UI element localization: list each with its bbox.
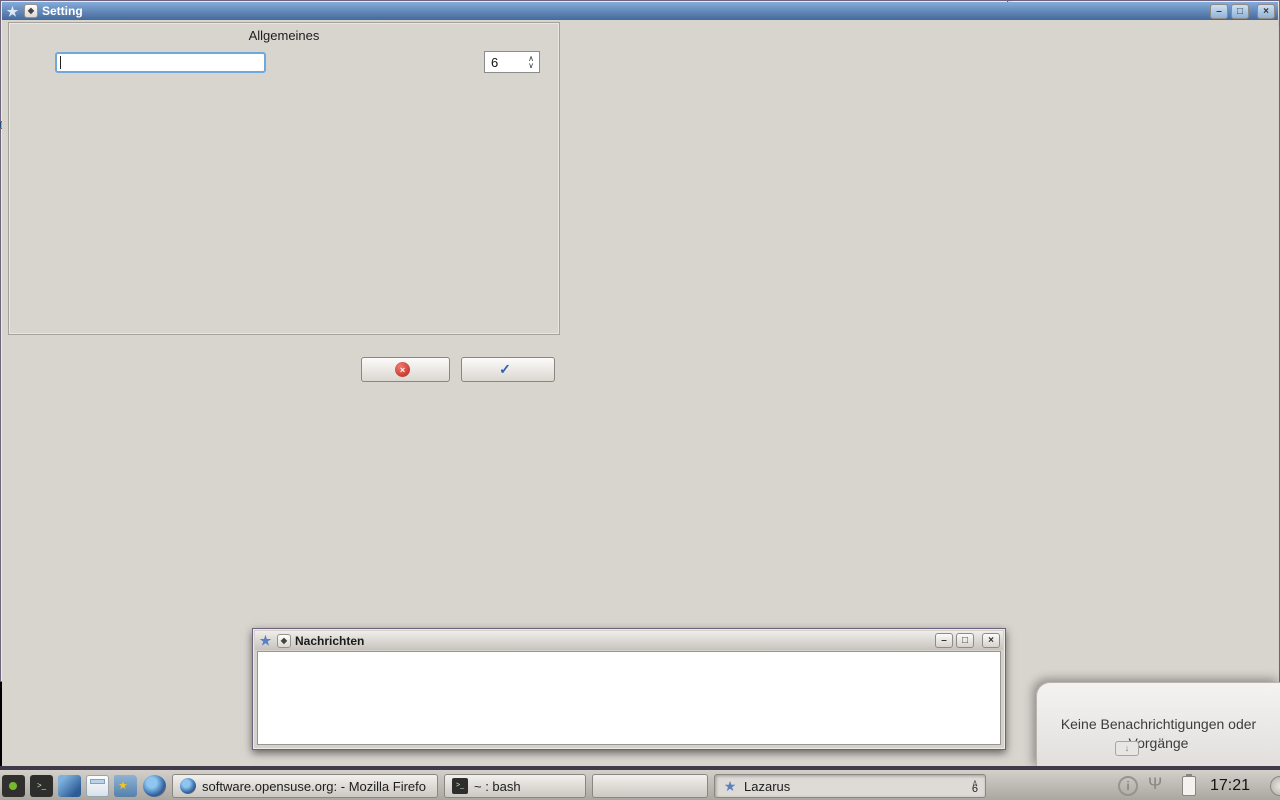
window-count-spinner[interactable]: ∧ 6 xyxy=(964,780,978,792)
titlebar-pin-icon[interactable]: ◆ xyxy=(24,4,38,18)
task-label: ~ : bash xyxy=(474,779,521,794)
minimize-icon[interactable]: – xyxy=(935,633,953,648)
form-designer-titlebar[interactable]: ★ ◆ Setting – □ × xyxy=(2,2,1278,20)
desktop: – □ × ∨ lazarus ⌂ ▶▶▶1 Click Install1 Cl… xyxy=(0,0,1280,800)
app-menu-button[interactable] xyxy=(2,775,25,797)
notification-popup: Keine Benachrichtigungen oder Vorgänge ↓ xyxy=(1036,682,1280,768)
maximize-icon[interactable]: □ xyxy=(1231,4,1249,19)
form-title: Setting xyxy=(42,4,83,18)
opensuse-menu-icon xyxy=(9,782,17,790)
desktop-launcher-icon[interactable] xyxy=(58,775,81,797)
maximize-icon[interactable]: □ xyxy=(956,633,974,648)
taskbar-item-bash[interactable]: >_ ~ : bash xyxy=(444,774,586,798)
terminal-launcher-icon[interactable]: >_ xyxy=(30,775,53,797)
folder-launcher-icon[interactable]: ★ xyxy=(114,775,137,797)
minimize-icon[interactable]: – xyxy=(1210,4,1228,19)
apply-check-icon: ✓ xyxy=(499,361,511,378)
notification-download-icon[interactable]: ↓ xyxy=(1115,741,1139,756)
spin-arrows[interactable]: ∧∨ xyxy=(523,52,539,72)
tray-usb-icon[interactable]: Ψ xyxy=(1148,774,1162,794)
spin-down-icon[interactable]: ∨ xyxy=(528,62,534,69)
task-label: Lazarus xyxy=(744,779,790,794)
lazarus-logo-icon: ★ xyxy=(258,633,273,648)
groupbox-caption: Allgemeines xyxy=(9,28,559,43)
text-caret xyxy=(60,56,61,69)
firefox-launcher-icon[interactable] xyxy=(143,775,166,797)
close-icon[interactable]: × xyxy=(982,633,1000,648)
taskbar: >_ ★ software.opensuse.org: - Mozilla Fi… xyxy=(0,766,1280,800)
window-count: 6 xyxy=(972,786,978,792)
setting-name-edit[interactable] xyxy=(55,52,266,73)
messages-titlebar[interactable]: ★ ◆ Nachrichten – □ × xyxy=(255,631,1003,650)
tray-info-icon[interactable]: i xyxy=(1118,776,1138,796)
form-designer-window: ★ ◆ Setting – □ × Allgemeines 6 ∧∨ × xyxy=(0,0,564,374)
spin-value: 6 xyxy=(485,55,523,70)
cancel-cross-icon: × xyxy=(395,362,410,377)
messages-list[interactable] xyxy=(257,651,1001,745)
taskbar-item-lazarus[interactable]: ★ Lazarus ∧ 6 xyxy=(714,774,986,798)
taskbar-item-firefox[interactable]: software.opensuse.org: - Mozilla Firefo xyxy=(172,774,438,798)
computer-launcher-icon[interactable] xyxy=(86,775,109,797)
notification-text-line1: Keine Benachrichtigungen oder xyxy=(1037,715,1280,734)
apply-button[interactable]: ✓ xyxy=(461,357,555,382)
lazarus-icon: ★ xyxy=(722,778,738,794)
firefox-icon xyxy=(180,778,196,794)
close-button[interactable]: × xyxy=(361,357,450,382)
taskbar-clock[interactable]: 17:21 xyxy=(1210,777,1250,795)
star-icon: ★ xyxy=(118,779,128,792)
tray-battery-icon[interactable] xyxy=(1182,776,1196,796)
task-label: software.opensuse.org: - Mozilla Firefo xyxy=(202,779,426,794)
terminal-icon: >_ xyxy=(452,778,468,794)
taskbar-item-empty[interactable] xyxy=(592,774,708,798)
lazarus-logo-icon: ★ xyxy=(5,4,20,19)
close-icon[interactable]: × xyxy=(1257,4,1275,19)
notification-text-line2: Vorgänge xyxy=(1037,734,1280,753)
messages-window: ★ ◆ Nachrichten – □ × xyxy=(252,628,1006,750)
specialty-cap-spinedit[interactable]: 6 ∧∨ xyxy=(484,51,540,73)
messages-title: Nachrichten xyxy=(295,634,364,648)
tray-partial-icon[interactable] xyxy=(1270,776,1280,796)
titlebar-pin-icon[interactable]: ◆ xyxy=(277,634,291,648)
